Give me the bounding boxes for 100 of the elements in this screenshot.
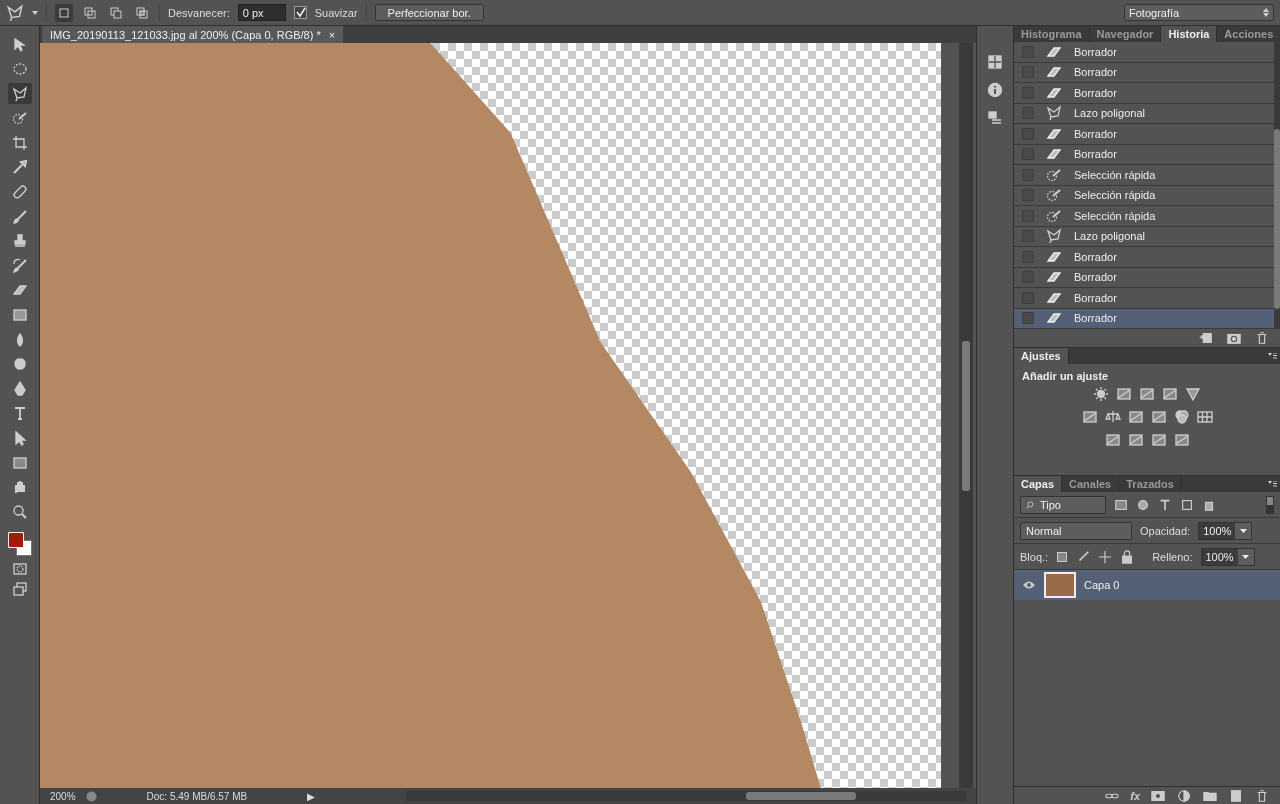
document-tab[interactable]: IMG_20190113_121033.jpg al 200% (Capa 0, RGB/8) * ×: [42, 26, 344, 43]
filter-toggle[interactable]: [1266, 495, 1274, 514]
panel-tab[interactable]: Capas: [1014, 476, 1063, 492]
filter-dropdown[interactable]: Tipo: [1020, 495, 1106, 514]
selection-mode-button[interactable]: [55, 3, 73, 22]
feather-label: Desvanecer:: [168, 6, 230, 19]
history-state[interactable]: Borrador: [1014, 288, 1274, 309]
new-layer-icon[interactable]: [1228, 788, 1244, 803]
squares-icon: [136, 6, 148, 19]
history-state-label: Selección rápida: [1074, 168, 1156, 181]
vertical-scrollbar[interactable]: [959, 43, 973, 788]
screen-mode-icon[interactable]: [11, 581, 28, 598]
panel-menu-icon[interactable]: [1268, 481, 1277, 487]
history-source-checkbox[interactable]: [1022, 312, 1034, 325]
history-state-label: Selección rápida: [1074, 209, 1156, 222]
history-state-label: Borrador: [1074, 148, 1117, 161]
half-circle-icon[interactable]: [1176, 788, 1192, 803]
info-menu-arrow[interactable]: ▶: [307, 790, 316, 802]
history-state[interactable]: Borrador: [1014, 144, 1274, 165]
caret-icon[interactable]: [32, 10, 38, 15]
scales-icon[interactable]: [1104, 409, 1121, 425]
zoom-icon: [11, 503, 28, 520]
quick-mask-icon[interactable]: [11, 561, 28, 578]
history-state-label: Borrador: [1074, 86, 1117, 99]
history-state[interactable]: Selección rápida: [1014, 165, 1274, 186]
mixer-icon[interactable]: [1173, 409, 1190, 425]
stamp-icon: [11, 233, 28, 250]
blend-mode-dropdown[interactable]: Normal: [1020, 521, 1132, 540]
color-swatches-drawing[interactable]: [5, 529, 34, 558]
history-state[interactable]: Selección rápida: [1014, 206, 1274, 227]
eye-icon[interactable]: [1022, 580, 1036, 590]
history-state-label: Borrador: [1074, 127, 1117, 140]
type-filter-icon[interactable]: [1158, 497, 1172, 512]
image-filter-icon[interactable]: [1114, 497, 1128, 512]
camera-icon[interactable]: [1226, 331, 1242, 345]
history-state[interactable]: Borrador: [1014, 83, 1274, 104]
panel-menu-icon[interactable]: [1268, 353, 1277, 359]
history-state[interactable]: Selección rápida: [1014, 185, 1274, 206]
rectangle-icon: [11, 454, 28, 471]
history-state-label: Lazo poligonal: [1074, 230, 1145, 243]
mask-icon[interactable]: [1150, 788, 1166, 803]
panel-tab[interactable]: Histograma: [1014, 26, 1090, 42]
sun-icon[interactable]: [1093, 386, 1109, 402]
panel-tab[interactable]: Acciones: [1217, 26, 1280, 42]
workspace-dropdown[interactable]: Fotografía: [1124, 4, 1274, 21]
history-state-label: Borrador: [1074, 250, 1117, 263]
shape-filter-icon[interactable]: [1180, 497, 1194, 512]
layer-row[interactable]: Capa 0: [1014, 570, 1280, 600]
lasso-tool[interactable]: [7, 83, 32, 105]
info-icon[interactable]: [987, 82, 1003, 98]
close-button[interactable]: ×: [328, 28, 336, 41]
history-state[interactable]: Borrador: [1014, 267, 1274, 288]
lock-icon[interactable]: [1120, 549, 1135, 564]
history-state[interactable]: Borrador: [1014, 62, 1274, 83]
layer-name: Capa 0: [1084, 579, 1120, 591]
caret-icon[interactable]: [1242, 554, 1250, 559]
panel-tab[interactable]: Canales: [1062, 476, 1120, 492]
new-document-icon[interactable]: [1198, 331, 1214, 345]
panel-tab[interactable]: Ajustes: [1014, 348, 1069, 364]
lock-label: Bloq.:: [1020, 550, 1049, 563]
grid-icon[interactable]: [1196, 409, 1213, 425]
lock-pixels-icon[interactable]: [1056, 550, 1069, 563]
lasso-icon[interactable]: [6, 3, 24, 22]
grid-icon[interactable]: [987, 54, 1003, 70]
history-state-label: Borrador: [1074, 291, 1117, 304]
share-icon[interactable]: [85, 790, 97, 802]
history-state[interactable]: Lazo poligonal: [1014, 226, 1274, 247]
panel-tab[interactable]: Historia: [1161, 26, 1218, 42]
history-state[interactable]: Borrador: [1014, 124, 1274, 145]
history-state[interactable]: Lazo poligonal: [1014, 103, 1274, 124]
panel-heading: Añadir un ajuste: [1022, 370, 1110, 382]
history-state-label: Borrador: [1074, 271, 1117, 284]
document-size: Doc: 5.49 MB/6.57 MB: [146, 790, 248, 802]
triangle-icon[interactable]: [1185, 386, 1201, 402]
lasso-icon: [1046, 228, 1062, 245]
squares-icon: [58, 6, 70, 19]
squares-icon: [110, 6, 122, 19]
opacity-field[interactable]: 100%: [1198, 521, 1253, 540]
panel-tab[interactable]: Trazados: [1119, 476, 1182, 492]
quick-selection-icon: [1046, 207, 1062, 224]
antialias-checkbox[interactable]: [293, 6, 307, 19]
history-state[interactable]: Borrador: [1014, 247, 1274, 268]
fill-field[interactable]: 100%: [1200, 547, 1255, 566]
lock-brush-icon[interactable]: [1076, 549, 1091, 564]
history-state[interactable]: Borrador: [1014, 308, 1274, 329]
refine-edge-button[interactable]: Perfeccionar bor.: [374, 4, 484, 21]
vertical-scrollbar[interactable]: [1274, 42, 1280, 329]
caret-icon[interactable]: [1239, 528, 1247, 533]
lasso-icon: [1046, 105, 1062, 122]
bandage-icon: [11, 184, 28, 201]
lasso-icon: [11, 85, 28, 102]
adjustment-filter-icon[interactable]: [1136, 497, 1150, 512]
horizontal-scrollbar[interactable]: [406, 791, 966, 801]
history-state-label: Borrador: [1074, 312, 1117, 325]
quick-selection-icon: [11, 110, 28, 127]
layer-style-button[interactable]: fx: [1130, 789, 1140, 802]
lock-move-icon[interactable]: [1098, 549, 1113, 564]
feather-field[interactable]: 0 px: [237, 4, 286, 21]
layer-comps-icon[interactable]: [987, 110, 1003, 126]
history-state[interactable]: Borrador: [1014, 42, 1274, 63]
